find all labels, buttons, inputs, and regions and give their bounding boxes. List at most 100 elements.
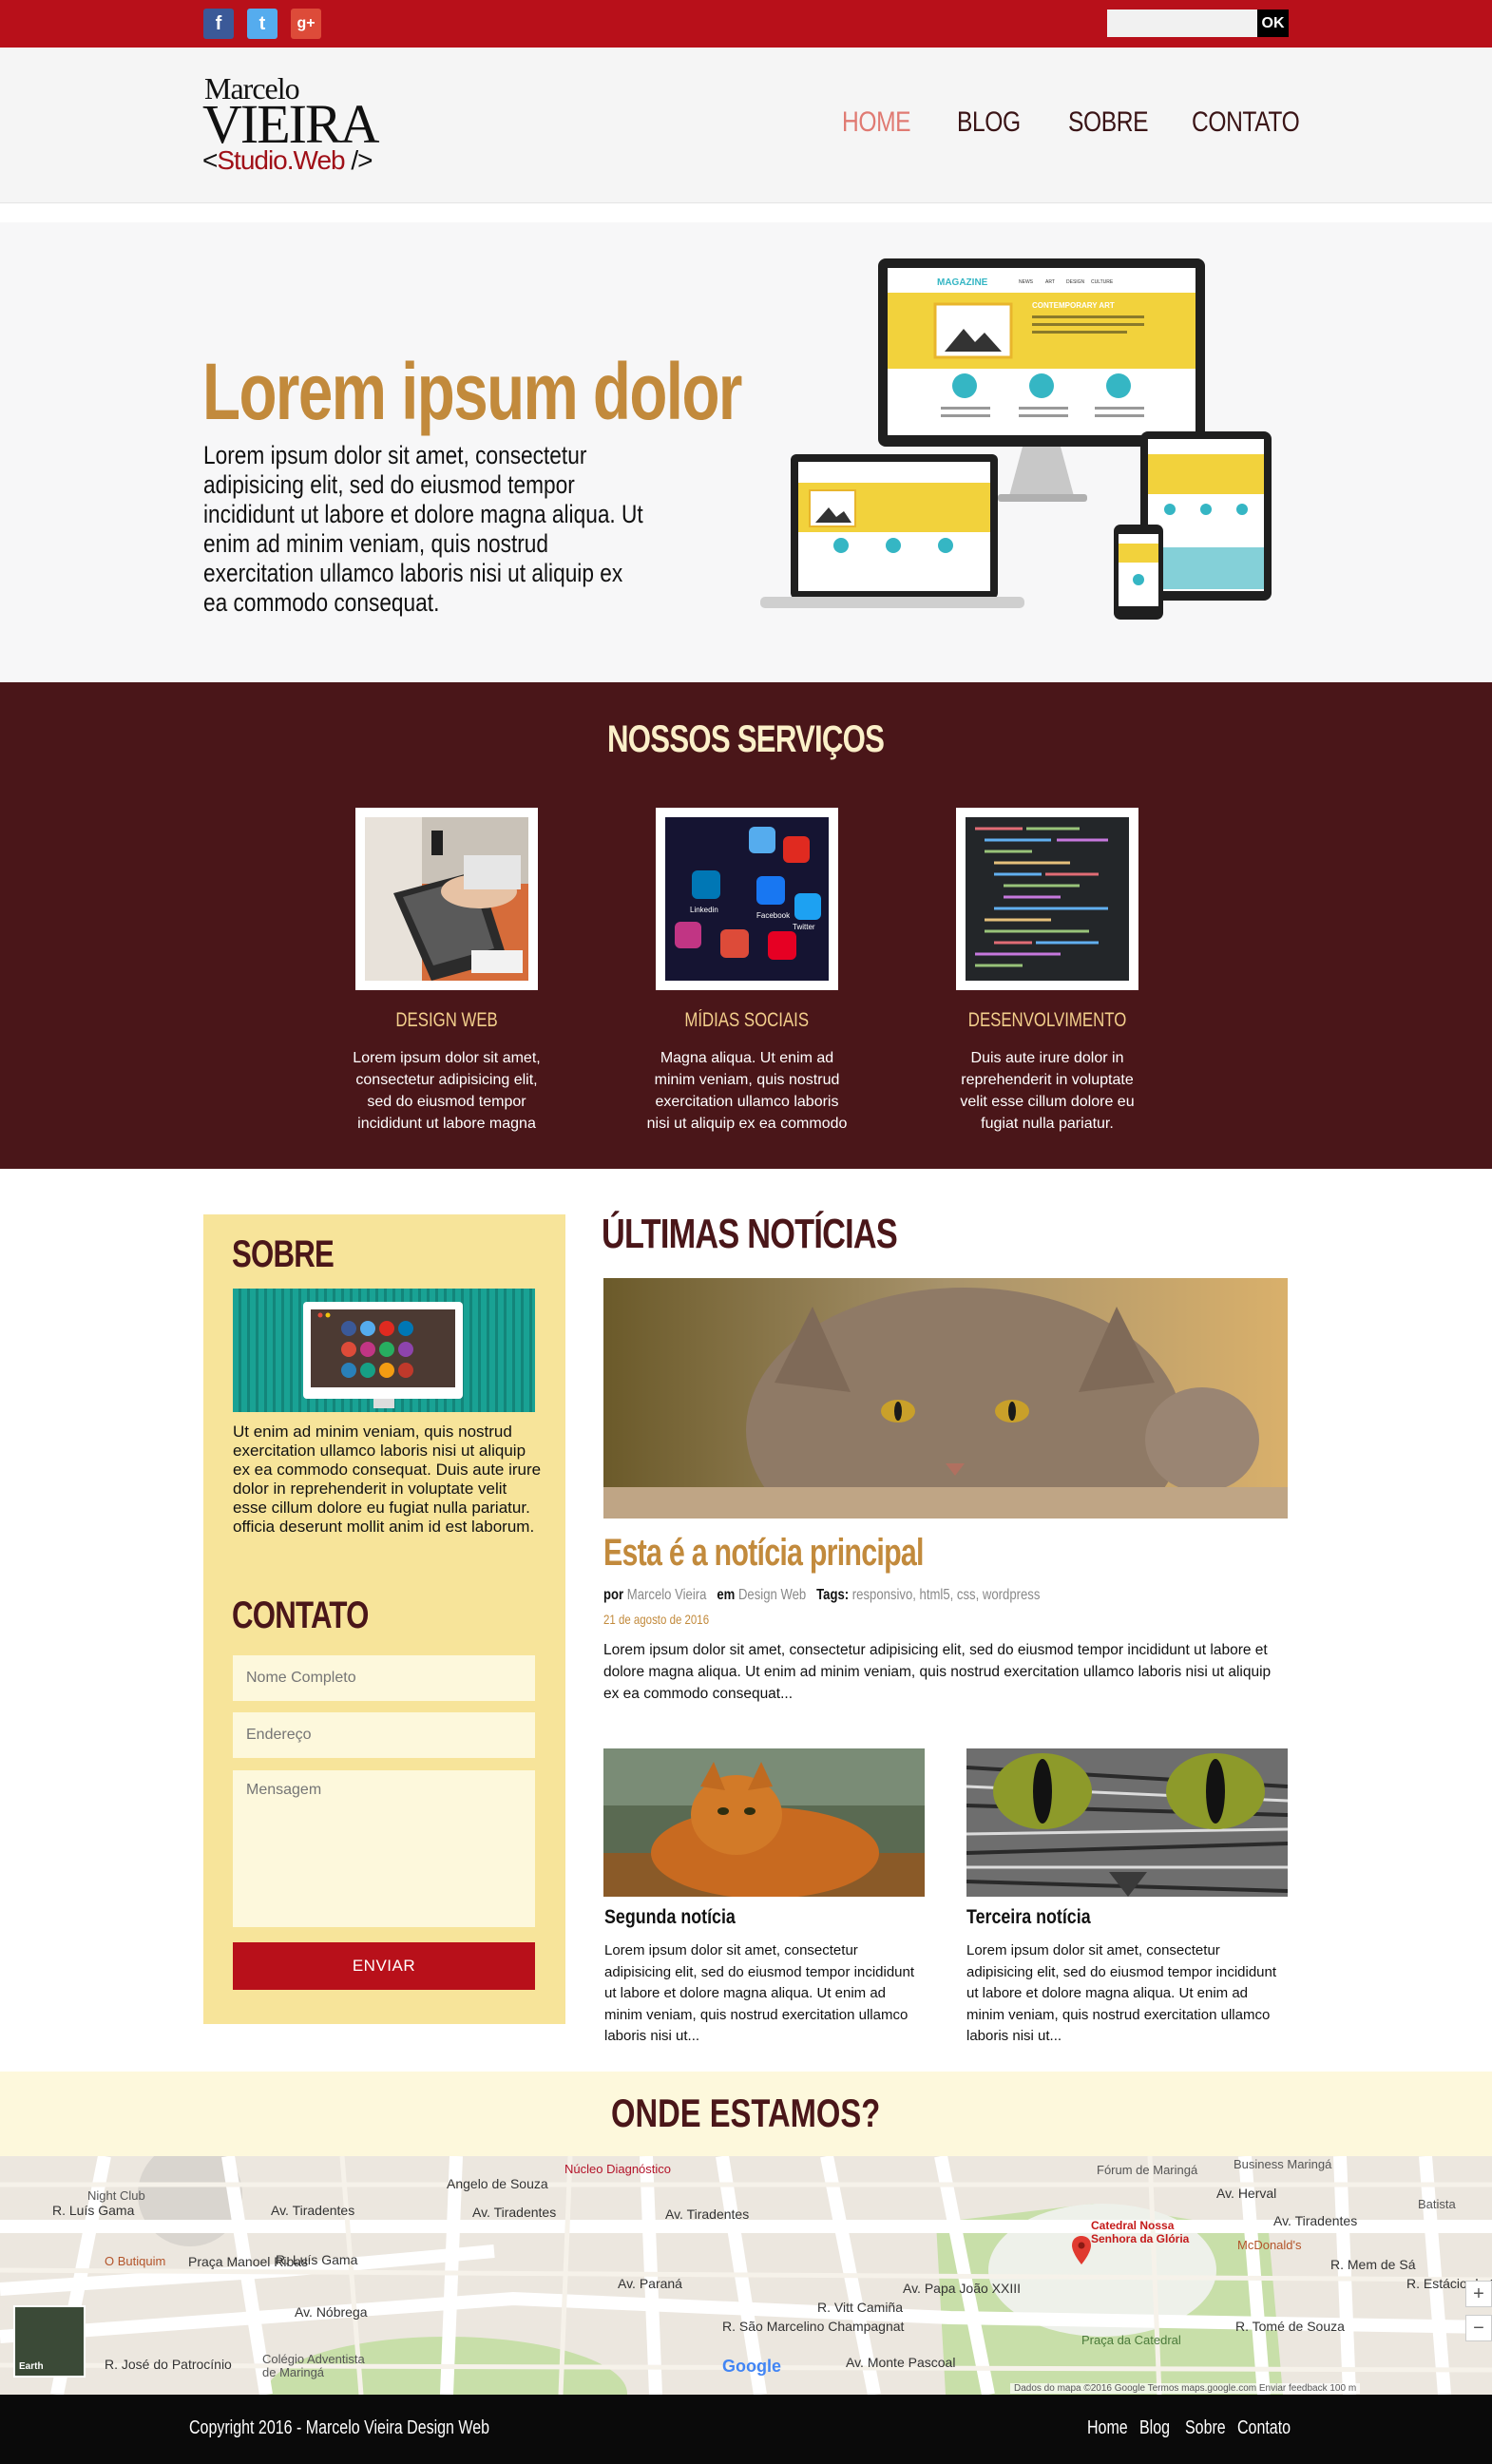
mockup-menu-design: DESIGN xyxy=(1066,279,1085,285)
google-logo: Google xyxy=(722,2357,781,2376)
search-button[interactable]: OK xyxy=(1257,10,1289,37)
service-name-text: MÍDIAS SOCIAIS xyxy=(684,1009,810,1031)
map-street-label: R. Luís Gama xyxy=(52,2203,135,2218)
nav-home[interactable]: HOME xyxy=(842,106,911,139)
service-desc-design-web: Lorem ipsum dolor sit amet, consectetur … xyxy=(353,1050,541,1132)
map-place-label: Núcleo Diagnóstico xyxy=(564,2162,672,2176)
map-street-label: Av. Herval xyxy=(1216,2186,1277,2201)
map-earth-toggle[interactable]: Earth xyxy=(13,2305,86,2378)
map-street-label: Av. Tiradentes xyxy=(1273,2213,1358,2228)
footer-nav-contato[interactable]: Contato xyxy=(1237,2417,1291,2439)
map-zoom-out-button[interactable]: − xyxy=(1465,2315,1492,2341)
address-field[interactable] xyxy=(233,1712,535,1758)
social-monitor-icon xyxy=(303,1302,463,1408)
footer-nav-sobre[interactable]: Sobre xyxy=(1185,2417,1226,2439)
about-title: SOBRE xyxy=(232,1233,335,1275)
services-section: NOSSOS SERVIÇOS DESIGN WEB Lorem ipsum d… xyxy=(0,682,1492,1169)
hero-text: Lorem ipsum dolor sit amet, consectetur … xyxy=(203,441,643,617)
contact-title: CONTATO xyxy=(232,1595,369,1636)
map-place-label: Fórum de Maringá xyxy=(1097,2163,1198,2177)
map-place-label: Batista xyxy=(1418,2197,1456,2211)
map-street-label: R. Luís Gama xyxy=(276,2252,358,2267)
send-button[interactable]: ENVIAR xyxy=(233,1942,535,1990)
name-field[interactable] xyxy=(233,1655,535,1701)
about-text: Ut enim ad minim veniam, quis nostrud ex… xyxy=(233,1423,542,1536)
service-name-text: DESENVOLVIMENTO xyxy=(967,1009,1127,1031)
main-news-image[interactable] xyxy=(603,1278,1288,1519)
nav-blog[interactable]: BLOG xyxy=(957,106,1021,139)
copyright-text: Copyright 2016 - Marcelo Vieira Design W… xyxy=(189,2417,490,2438)
services-title: NOSSOS SERVIÇOS xyxy=(0,718,1492,761)
map-street-label: R. José do Patrocínio xyxy=(105,2357,232,2372)
map-place-label: O Butiquim xyxy=(105,2254,166,2268)
news-title: ÚLTIMAS NOTÍCIAS xyxy=(602,1211,898,1257)
facebook-icon[interactable]: f xyxy=(203,9,234,39)
map-street-label: Av. Papa João XXIII xyxy=(903,2281,1022,2296)
meta-by-label: por xyxy=(603,1587,624,1603)
service-desc-midias-sociais: Magna aliqua. Ut enim ad minim veniam, q… xyxy=(646,1050,848,1132)
logo-bracket-close: /> xyxy=(351,145,373,175)
service-image-midias-sociais: Linkedin Facebook Twitter xyxy=(656,808,838,990)
map-attribution[interactable]: Dados do mapa ©2016 Google Termos maps.g… xyxy=(1010,2383,1361,2394)
tile-facebook: Facebook xyxy=(756,911,791,920)
map-street-label: R. Vitt Camiña xyxy=(817,2300,903,2315)
mockup-menu-news: NEWS xyxy=(1019,279,1034,285)
main-news-date: 21 de agosto de 2016 xyxy=(603,1612,710,1627)
logo-studio-web: Studio.Web xyxy=(217,145,345,175)
map-place-label: Colégio Adventista de Maringá xyxy=(262,2352,365,2379)
meta-tags-links[interactable]: responsivo, html5, css, wordpress xyxy=(852,1587,1041,1603)
sidebar: SOBRE Ut enim ad minim veniam, quis nost… xyxy=(203,1214,565,2024)
services-title-text: NOSSOS SERVIÇOS xyxy=(607,718,885,760)
service-name-midias-sociais: MÍDIAS SOCIAIS xyxy=(594,1009,900,1032)
map-zoom-in-button[interactable]: + xyxy=(1465,2281,1492,2307)
about-image xyxy=(233,1289,535,1412)
map-street-label: Av. Tiradentes xyxy=(271,2203,355,2218)
twitter-icon[interactable]: t xyxy=(247,9,277,39)
hero: Lorem ipsum dolor Lorem ipsum dolor sit … xyxy=(0,222,1492,682)
footer-nav-home[interactable]: Home xyxy=(1087,2417,1128,2439)
map-pin-icon[interactable] xyxy=(1072,2236,1091,2264)
map-place-label: Praça da Catedral xyxy=(1081,2333,1181,2347)
second-news-image[interactable] xyxy=(603,1748,925,1897)
search-input[interactable] xyxy=(1107,10,1257,37)
nav-contato[interactable]: CONTATO xyxy=(1192,106,1300,139)
map-street-label: Av. Tiradentes xyxy=(665,2206,750,2222)
third-news-title[interactable]: Terceira notícia xyxy=(966,1906,1091,1929)
responsive-devices-illustration: MAGAZINE NEWS ART DESIGN CULTURE CONTEMP… xyxy=(760,258,1272,620)
map-street-label: R. Tomé de Souza xyxy=(1235,2319,1345,2334)
service-image-desenvolvimento xyxy=(956,808,1138,990)
tile-twitter: Twitter xyxy=(793,923,815,931)
map-street-label: Av. Tiradentes xyxy=(472,2205,557,2220)
mockup-brand: MAGAZINE xyxy=(937,277,988,288)
google-plus-icon[interactable]: g+ xyxy=(291,9,321,39)
footer-nav-blog[interactable]: Blog xyxy=(1139,2417,1170,2439)
map-street-label: Av. Paraná xyxy=(618,2276,682,2291)
third-news-image[interactable] xyxy=(966,1748,1288,1897)
second-news-title[interactable]: Segunda notícia xyxy=(604,1906,736,1929)
main-news-excerpt: Lorem ipsum dolor sit amet, consectetur … xyxy=(603,1642,1272,1702)
location-title: ONDE ESTAMOS? xyxy=(0,2091,1492,2136)
logo[interactable]: Marcelo VIEIRA <Studio.Web /> xyxy=(202,71,380,176)
laptop-photo-icon xyxy=(365,817,528,981)
third-news-excerpt: Lorem ipsum dolor sit amet, consectetur … xyxy=(966,1942,1277,2044)
main-news-meta: por Marcelo Vieira em Design Web Tags: r… xyxy=(603,1587,1040,1604)
logo-line-3: <Studio.Web /> xyxy=(202,145,373,176)
mockup-menu-art: ART xyxy=(1045,279,1055,285)
nav-sobre[interactable]: SOBRE xyxy=(1068,106,1148,139)
social-apps-photo-icon: Linkedin Facebook Twitter xyxy=(665,817,829,981)
meta-category-link[interactable]: Design Web xyxy=(738,1587,806,1603)
message-field[interactable] xyxy=(233,1770,535,1927)
meta-author-link[interactable]: Marcelo Vieira xyxy=(627,1587,707,1603)
second-news-excerpt: Lorem ipsum dolor sit amet, consectetur … xyxy=(604,1942,915,2044)
meta-in-label: em xyxy=(717,1587,736,1603)
mockup-menu-culture: CULTURE xyxy=(1091,279,1114,285)
main-news-title[interactable]: Esta é a notícia principal xyxy=(603,1532,924,1575)
map-place-label: Night Club xyxy=(87,2188,145,2203)
hero-title: Lorem ipsum dolor xyxy=(202,347,742,436)
map-place-label: Business Maringá xyxy=(1234,2157,1332,2171)
meta-tags-label: Tags: xyxy=(816,1587,850,1603)
location-title-text: ONDE ESTAMOS? xyxy=(611,2091,881,2135)
logo-bracket-open: < xyxy=(202,145,218,175)
service-name-desenvolvimento: DESENVOLVIMENTO xyxy=(894,1009,1200,1032)
tile-linkedin: Linkedin xyxy=(690,906,718,914)
